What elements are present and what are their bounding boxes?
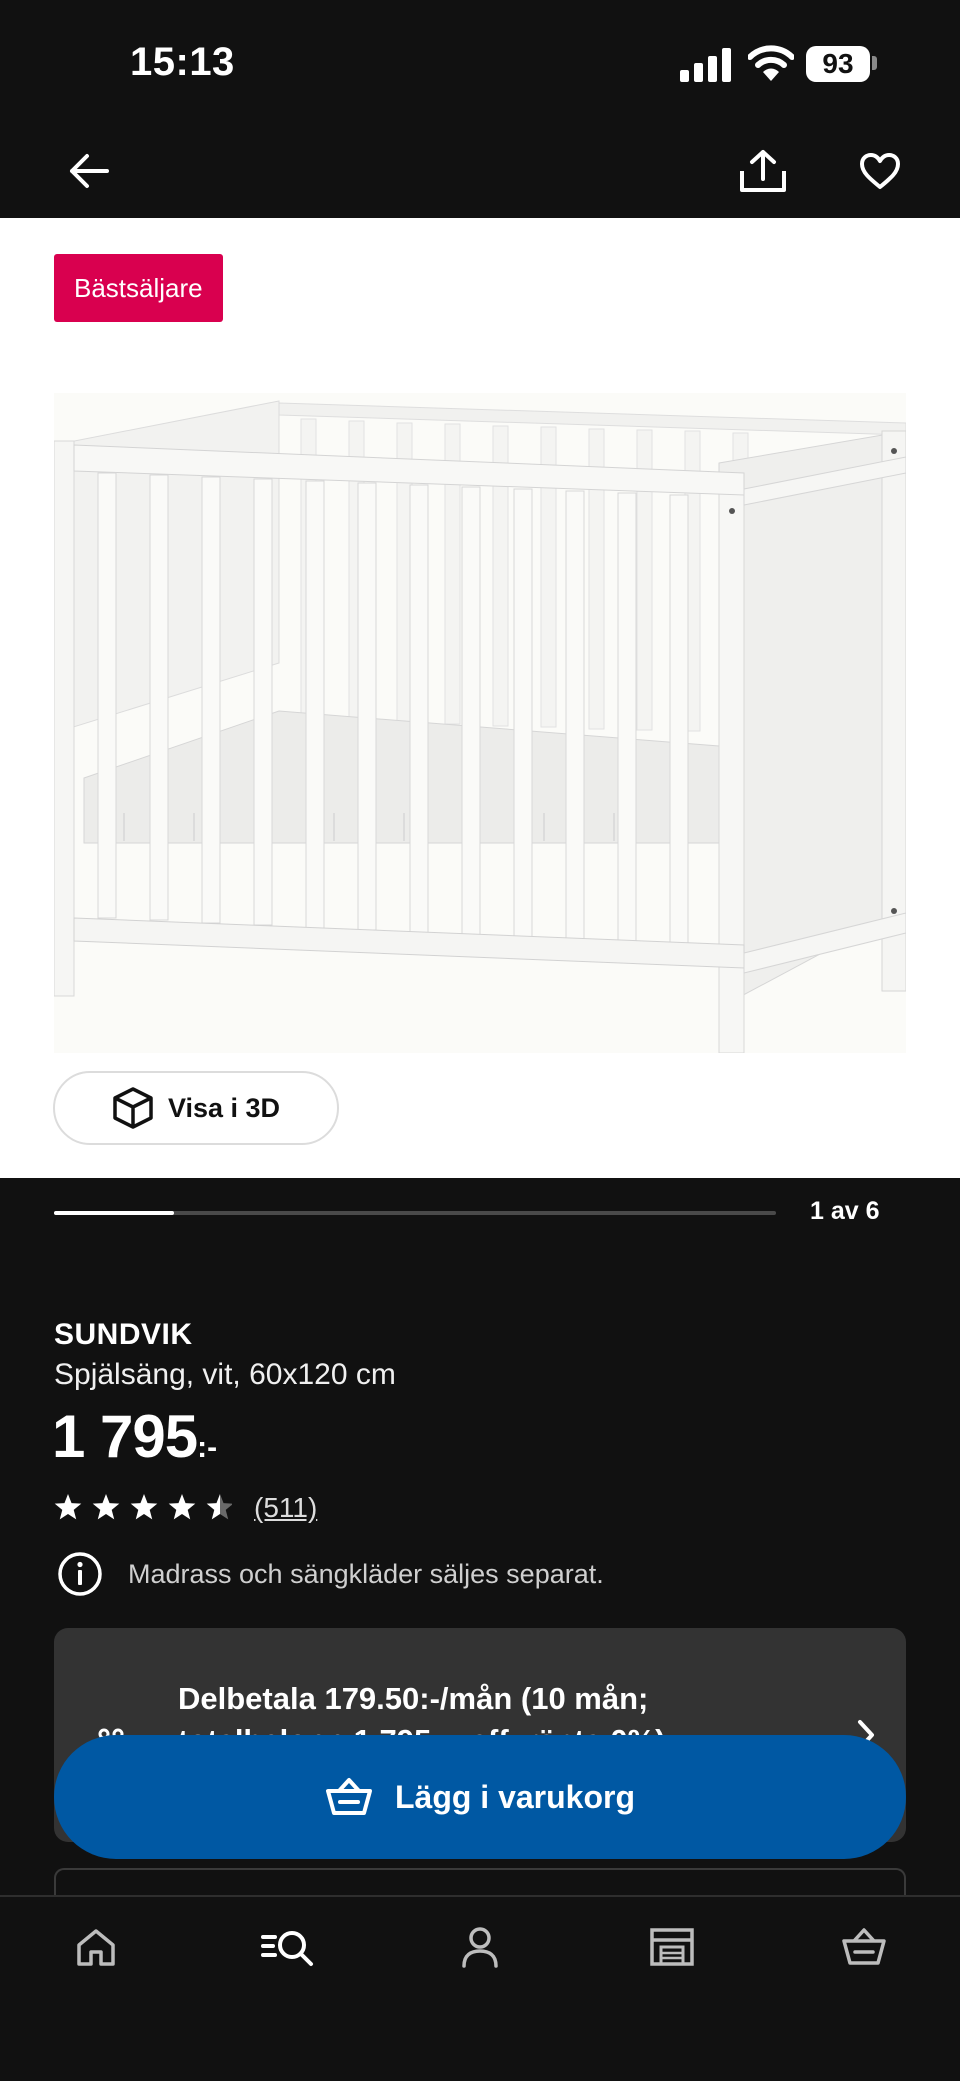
rating-star — [168, 1494, 196, 1520]
tab-cart[interactable] — [824, 1917, 904, 1977]
view-3d-button[interactable]: Visa i 3D — [53, 1071, 339, 1145]
info-icon — [58, 1552, 102, 1596]
image-carousel-progress — [54, 1211, 776, 1215]
share-icon — [740, 150, 786, 192]
arrow-left-icon — [70, 154, 109, 188]
product-image-area[interactable]: Bästsäljare Visa i 3D — [0, 218, 960, 1178]
favorite-button[interactable] — [845, 136, 915, 206]
store-icon — [650, 1928, 694, 1966]
signal-icon — [680, 48, 731, 82]
price-value: 1 795 — [52, 1403, 198, 1470]
next-section-card — [54, 1868, 906, 1898]
cube-3d-icon — [113, 1087, 153, 1129]
add-to-cart-label: Lägg i varukorg — [394, 1778, 636, 1815]
notice-text: Madrass och sängkläder säljes separat. — [128, 1558, 604, 1589]
battery-tip — [872, 56, 877, 70]
image-carousel-progress-fill — [54, 1211, 175, 1215]
rating-star — [54, 1494, 82, 1520]
search-icon — [261, 1931, 313, 1966]
tab-search[interactable] — [248, 1917, 328, 1977]
status-bar: 15:13 93 — [0, 0, 960, 128]
bestseller-badge: Bästsäljare — [54, 254, 223, 322]
bottom-tab-bar — [0, 1895, 960, 2081]
tab-store[interactable] — [632, 1917, 712, 1977]
rating-star — [206, 1494, 232, 1520]
heart-icon — [860, 153, 900, 189]
basket-icon — [325, 1778, 372, 1815]
crib-photo — [54, 393, 906, 1053]
battery-indicator: 93 — [806, 46, 870, 82]
add-to-cart-button[interactable]: Lägg i varukorg — [54, 1735, 906, 1859]
status-time: 15:13 — [130, 40, 235, 84]
back-button[interactable] — [54, 136, 124, 206]
product-name: SUNDVIK — [54, 1318, 193, 1351]
rating-star — [130, 1494, 158, 1520]
home-icon — [77, 1929, 115, 1966]
rating-star — [92, 1494, 120, 1520]
installment-line-1: Delbetala 179.50:-/mån (10 mån; — [178, 1681, 649, 1716]
product-price: 1 795:- — [52, 1402, 217, 1471]
product-rating[interactable]: (511) — [54, 1492, 317, 1524]
product-description: Spjälsäng, vit, 60x120 cm — [54, 1358, 396, 1391]
review-count-link[interactable]: (511) — [254, 1492, 317, 1524]
image-counter: 1 av 6 — [810, 1197, 880, 1225]
nav-bar — [0, 128, 960, 218]
product-notice: Madrass och sängkläder säljes separat. — [56, 1550, 604, 1598]
price-suffix: :- — [197, 1431, 218, 1464]
share-button[interactable] — [728, 136, 798, 206]
basket-icon — [842, 1928, 886, 1965]
tab-profile[interactable] — [440, 1917, 520, 1977]
tab-home[interactable] — [56, 1917, 136, 1977]
wifi-icon — [748, 45, 794, 81]
view-3d-label: Visa i 3D — [167, 1092, 281, 1123]
user-icon — [462, 1927, 498, 1968]
rating-stars — [54, 1494, 232, 1520]
